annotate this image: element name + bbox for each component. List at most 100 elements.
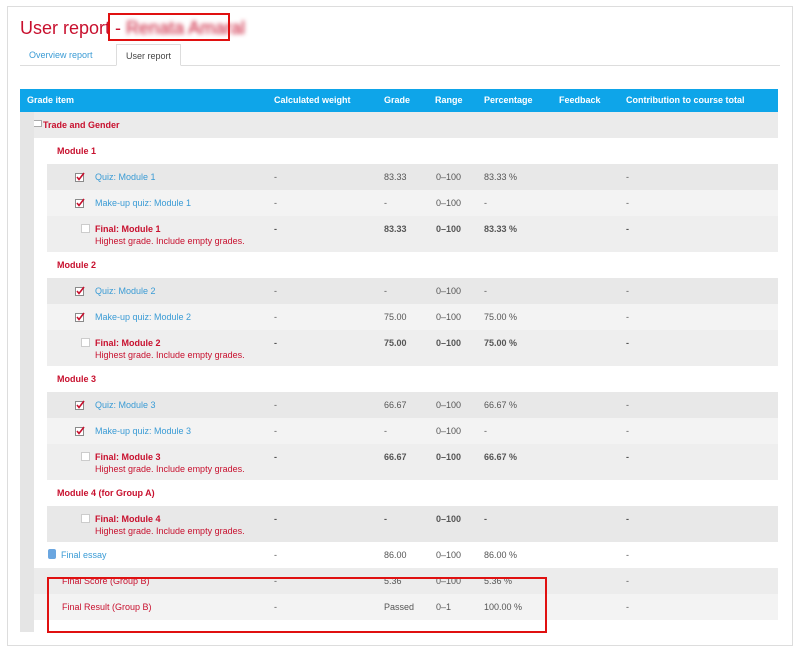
grade-item-link[interactable]: Make-up quiz: Module 1 — [95, 197, 191, 209]
contribution-cell: - — [626, 426, 629, 436]
contribution-cell: - — [626, 224, 629, 234]
grade-cell: 66.67 — [384, 400, 407, 410]
range-cell: 0–100 — [436, 452, 462, 462]
calculated-weight-cell: - — [274, 338, 277, 348]
tab-user-report[interactable]: User report — [116, 44, 182, 66]
calculated-weight-cell: - — [274, 514, 277, 524]
grade-item-link[interactable]: Quiz: Module 3 — [95, 399, 156, 411]
range-cell: 0–100 — [436, 338, 462, 348]
quiz-icon — [75, 312, 85, 322]
grade-cell: - — [384, 514, 387, 524]
module-heading-row: Module 2 — [47, 252, 778, 278]
percentage-cell: 66.67 % — [484, 452, 518, 462]
final-item-name: Final: Module 2 — [95, 338, 161, 348]
grade-item-row: Make-up quiz: Module 3 - - 0–100 - - — [47, 418, 778, 444]
module-heading-row: Module 3 — [47, 366, 778, 392]
grade-cell: - — [384, 198, 387, 208]
percentage-cell: 75.00 % — [484, 338, 518, 348]
range-cell: 0–100 — [436, 312, 462, 322]
grade-cell: 75.00 — [384, 338, 407, 348]
grade-item-row: Quiz: Module 2 - - 0–100 - - — [47, 278, 778, 304]
grade-cell: 86.00 — [384, 550, 407, 560]
calculation-icon — [81, 224, 90, 233]
grade-item-link[interactable]: Final essay — [61, 549, 107, 561]
range-cell: 0–100 — [436, 426, 462, 436]
grade-cell: 66.67 — [384, 452, 407, 462]
grade-item-link[interactable]: Quiz: Module 2 — [95, 285, 156, 297]
quiz-icon — [75, 198, 85, 208]
calculated-weight-cell: - — [274, 172, 277, 182]
grade-item-link[interactable]: Make-up quiz: Module 3 — [95, 425, 191, 437]
contribution-cell: - — [626, 452, 629, 462]
calculated-weight-cell: - — [274, 400, 277, 410]
percentage-cell: 83.33 % — [484, 172, 518, 182]
contribution-cell: - — [626, 576, 629, 586]
module-heading-row: Module 4 (for Group A) — [47, 480, 778, 506]
col-calculated-weight[interactable]: Calculated weight — [274, 89, 351, 112]
range-cell: 0–100 — [436, 224, 462, 234]
grade-table: Grade item Calculated weight Grade Range… — [20, 89, 778, 632]
grade-item-row: Make-up quiz: Module 1 - - 0–100 - - — [47, 190, 778, 216]
calculated-weight-cell: - — [274, 452, 277, 462]
percentage-cell: 66.67 % — [484, 400, 518, 410]
col-range[interactable]: Range — [435, 89, 463, 112]
module-final-row: Final: Module 3 Highest grade. Include em… — [47, 444, 778, 480]
aggregation-note: Highest grade. Include empty grades. — [95, 236, 245, 246]
calculated-weight-cell: - — [274, 312, 277, 322]
contribution-cell: - — [626, 198, 629, 208]
assignment-icon — [48, 549, 56, 559]
grade-cell: 83.33 — [384, 172, 407, 182]
grade-item-link[interactable]: Quiz: Module 1 — [95, 171, 156, 183]
grade-item-row: Make-up quiz: Module 2 - 75.00 0–100 75.00 %… — [47, 304, 778, 330]
grade-cell: 75.00 — [384, 312, 407, 322]
contribution-cell: - — [626, 550, 629, 560]
tab-overview-report[interactable]: Overview report — [20, 44, 102, 66]
aggregation-note: Highest grade. Include empty grades. — [95, 526, 245, 536]
percentage-cell: - — [484, 514, 487, 524]
tab-bar: Overview report User report — [20, 44, 780, 66]
title-highlight-box — [108, 13, 230, 41]
module-heading-row: Module 1 — [47, 138, 778, 164]
col-contribution[interactable]: Contribution to course total — [626, 89, 745, 112]
grade-item-row: Final essay - 86.00 0–100 86.00 % - — [34, 542, 778, 568]
range-cell: 0–100 — [436, 400, 462, 410]
folder-icon — [33, 120, 42, 127]
col-percentage[interactable]: Percentage — [484, 89, 533, 112]
calculated-weight-cell: - — [274, 550, 277, 560]
quiz-icon — [75, 426, 85, 436]
grade-item-row: Quiz: Module 3 - 66.67 0–100 66.67 % - — [47, 392, 778, 418]
aggregation-note: Highest grade. Include empty grades. — [95, 350, 245, 360]
contribution-cell: - — [626, 172, 629, 182]
module-heading: Module 1 — [57, 146, 97, 156]
grade-item-link[interactable]: Make-up quiz: Module 2 — [95, 311, 191, 323]
calculation-icon — [81, 452, 90, 461]
grade-cell: - — [384, 426, 387, 436]
aggregation-note: Highest grade. Include empty grades. — [95, 464, 245, 474]
range-cell: 0–100 — [436, 286, 462, 296]
percentage-cell: - — [484, 198, 487, 208]
module-heading: Module 3 — [57, 374, 97, 384]
percentage-cell: 75.00 % — [484, 312, 518, 322]
grade-cell: - — [384, 286, 387, 296]
range-cell: 0–100 — [436, 172, 462, 182]
col-feedback[interactable]: Feedback — [559, 89, 601, 112]
percentage-cell: 83.33 % — [484, 224, 518, 234]
final-item-name: Final: Module 4 — [95, 514, 161, 524]
quiz-icon — [75, 400, 85, 410]
percentage-cell: 86.00 % — [484, 550, 518, 560]
contribution-cell: - — [626, 400, 629, 410]
contribution-cell: - — [626, 514, 629, 524]
percentage-cell: - — [484, 286, 487, 296]
module-final-row: Final: Module 1 Highest grade. Include em… — [47, 216, 778, 252]
table-header: Grade item Calculated weight Grade Range… — [20, 89, 778, 112]
module-heading: Module 2 — [57, 260, 97, 270]
calculated-weight-cell: - — [274, 224, 277, 234]
contribution-cell: - — [626, 602, 629, 612]
quiz-icon — [75, 286, 85, 296]
page-title-label: User report - — [20, 18, 122, 38]
calculated-weight-cell: - — [274, 426, 277, 436]
module-final-row: Final: Module 4 Highest grade. Include em… — [47, 506, 778, 542]
col-grade[interactable]: Grade — [384, 89, 410, 112]
col-grade-item[interactable]: Grade item — [27, 89, 74, 112]
contribution-cell: - — [626, 286, 629, 296]
